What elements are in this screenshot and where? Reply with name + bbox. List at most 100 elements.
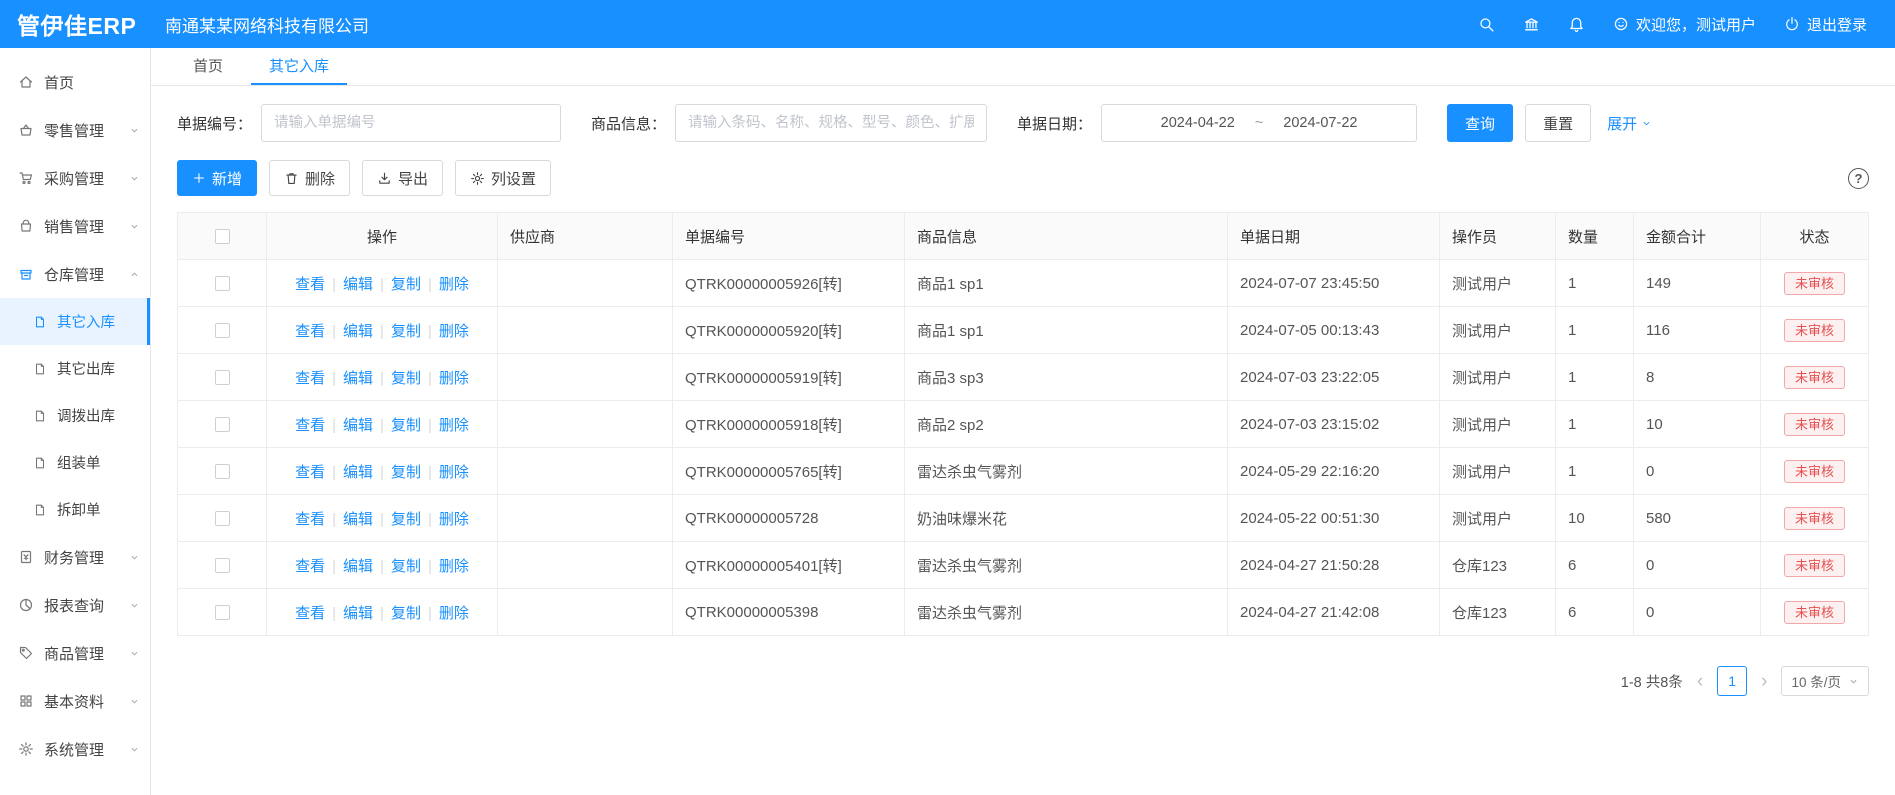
action-delete-link[interactable]: 删除 xyxy=(439,323,469,340)
sidebar-item-warehouse[interactable]: 仓库管理 xyxy=(0,250,150,298)
sidebar-item-disassembly[interactable]: 拆卸单 xyxy=(0,486,150,533)
action-copy-link[interactable]: 复制 xyxy=(391,370,421,387)
action-edit-link[interactable]: 编辑 xyxy=(343,511,373,528)
row-checkbox[interactable] xyxy=(215,511,230,526)
next-page-button[interactable]: › xyxy=(1759,672,1769,691)
sidebar-item-label: 零售管理 xyxy=(44,120,104,141)
action-edit-link[interactable]: 编辑 xyxy=(343,276,373,293)
sidebar-item-purchase[interactable]: 采购管理 xyxy=(0,154,150,202)
sidebar-submenu-warehouse: 其它入库其它出库调拨出库组装单拆卸单 xyxy=(0,298,150,533)
action-delete-link[interactable]: 删除 xyxy=(439,511,469,528)
sidebar-item-assembly[interactable]: 组装单 xyxy=(0,439,150,486)
action-delete-link[interactable]: 删除 xyxy=(439,464,469,481)
action-edit-link[interactable]: 编辑 xyxy=(343,464,373,481)
action-copy-link[interactable]: 复制 xyxy=(391,323,421,340)
product-info-input[interactable] xyxy=(675,104,987,142)
action-delete-link[interactable]: 删除 xyxy=(439,417,469,434)
action-separator: | xyxy=(332,417,336,434)
sidebar-item-system[interactable]: 系统管理 xyxy=(0,725,150,773)
status-badge: 未审核 xyxy=(1784,413,1845,436)
cell-supplier xyxy=(498,495,673,542)
top-header: 管伊佳ERP 南通某某网络科技有限公司 欢迎您，测试用户 退出登录 xyxy=(0,0,1895,48)
action-delete-link[interactable]: 删除 xyxy=(439,558,469,575)
sidebar-item-basic[interactable]: 基本资料 xyxy=(0,677,150,725)
column-header: 供应商 xyxy=(498,213,673,260)
status-badge: 未审核 xyxy=(1784,319,1845,342)
sidebar-item-transfer-outbound[interactable]: 调拨出库 xyxy=(0,392,150,439)
add-label: 新增 xyxy=(212,168,242,189)
row-checkbox[interactable] xyxy=(215,558,230,573)
row-actions: 查看|编辑|复制|删除 xyxy=(267,542,498,589)
sidebar-item-label: 首页 xyxy=(44,72,74,93)
action-edit-link[interactable]: 编辑 xyxy=(343,323,373,340)
welcome-user[interactable]: 欢迎您，测试用户 xyxy=(1613,14,1756,35)
tab-other-inbound[interactable]: 其它入库 xyxy=(251,48,347,85)
action-view-link[interactable]: 查看 xyxy=(295,370,325,387)
row-checkbox[interactable] xyxy=(215,464,230,479)
sidebar-item-finance[interactable]: 财务管理 xyxy=(0,533,150,581)
cell-bill-date: 2024-05-29 22:16:20 xyxy=(1228,448,1440,495)
action-view-link[interactable]: 查看 xyxy=(295,511,325,528)
action-edit-link[interactable]: 编辑 xyxy=(343,558,373,575)
action-view-link[interactable]: 查看 xyxy=(295,276,325,293)
purchase-icon xyxy=(17,170,34,186)
action-view-link[interactable]: 查看 xyxy=(295,558,325,575)
expand-filters-link[interactable]: 展开 xyxy=(1607,113,1652,134)
action-delete-link[interactable]: 删除 xyxy=(439,370,469,387)
action-edit-link[interactable]: 编辑 xyxy=(343,417,373,434)
sidebar-item-retail[interactable]: 零售管理 xyxy=(0,106,150,154)
cell-operator: 测试用户 xyxy=(1440,448,1556,495)
cell-bill-date: 2024-04-27 21:50:28 xyxy=(1228,542,1440,589)
export-button[interactable]: 导出 xyxy=(362,160,443,196)
prev-page-button[interactable]: ‹ xyxy=(1695,672,1705,691)
action-delete-link[interactable]: 删除 xyxy=(439,605,469,622)
action-copy-link[interactable]: 复制 xyxy=(391,276,421,293)
add-button[interactable]: 新增 xyxy=(177,160,257,196)
action-copy-link[interactable]: 复制 xyxy=(391,417,421,434)
bill-no-input[interactable] xyxy=(261,104,561,142)
reset-button[interactable]: 重置 xyxy=(1525,104,1591,142)
bell-icon[interactable] xyxy=(1568,16,1585,33)
sidebar-item-sales[interactable]: 销售管理 xyxy=(0,202,150,250)
help-icon[interactable]: ? xyxy=(1848,168,1869,189)
action-copy-link[interactable]: 复制 xyxy=(391,605,421,622)
row-checkbox[interactable] xyxy=(215,417,230,432)
sidebar-item-report[interactable]: 报表查询 xyxy=(0,581,150,629)
action-view-link[interactable]: 查看 xyxy=(295,417,325,434)
chevron-down-icon xyxy=(129,744,140,755)
column-settings-button[interactable]: 列设置 xyxy=(455,160,551,196)
action-view-link[interactable]: 查看 xyxy=(295,605,325,622)
date-range-picker[interactable]: 2024-04-22 ~ 2024-07-22 xyxy=(1101,104,1417,142)
cell-product-info: 奶油味爆米花 xyxy=(905,495,1228,542)
action-edit-link[interactable]: 编辑 xyxy=(343,605,373,622)
search-button[interactable]: 查询 xyxy=(1447,104,1513,142)
tab-home[interactable]: 首页 xyxy=(175,48,241,85)
row-checkbox[interactable] xyxy=(215,276,230,291)
sidebar-item-goods[interactable]: 商品管理 xyxy=(0,629,150,677)
cell-bill-no: QTRK00000005398 xyxy=(673,589,905,636)
action-copy-link[interactable]: 复制 xyxy=(391,511,421,528)
action-copy-link[interactable]: 复制 xyxy=(391,464,421,481)
action-delete-link[interactable]: 删除 xyxy=(439,276,469,293)
delete-button[interactable]: 删除 xyxy=(269,160,350,196)
sales-icon xyxy=(17,218,34,234)
row-checkbox[interactable] xyxy=(215,323,230,338)
select-all-checkbox[interactable] xyxy=(215,229,230,244)
action-copy-link[interactable]: 复制 xyxy=(391,558,421,575)
search-icon[interactable] xyxy=(1478,16,1495,33)
action-separator: | xyxy=(380,464,384,481)
page-size-select[interactable]: 10 条/页 xyxy=(1781,666,1869,696)
bank-icon[interactable] xyxy=(1523,16,1540,33)
column-header: 单据编号 xyxy=(673,213,905,260)
action-edit-link[interactable]: 编辑 xyxy=(343,370,373,387)
row-checkbox[interactable] xyxy=(215,370,230,385)
action-view-link[interactable]: 查看 xyxy=(295,323,325,340)
cell-bill-no: QTRK00000005401[转] xyxy=(673,542,905,589)
logout-button[interactable]: 退出登录 xyxy=(1784,14,1867,35)
row-checkbox[interactable] xyxy=(215,605,230,620)
sidebar-item-other-inbound[interactable]: 其它入库 xyxy=(0,298,150,345)
page-number-button[interactable]: 1 xyxy=(1717,666,1747,696)
sidebar-item-home[interactable]: 首页 xyxy=(0,58,150,106)
sidebar-item-other-outbound[interactable]: 其它出库 xyxy=(0,345,150,392)
action-view-link[interactable]: 查看 xyxy=(295,464,325,481)
